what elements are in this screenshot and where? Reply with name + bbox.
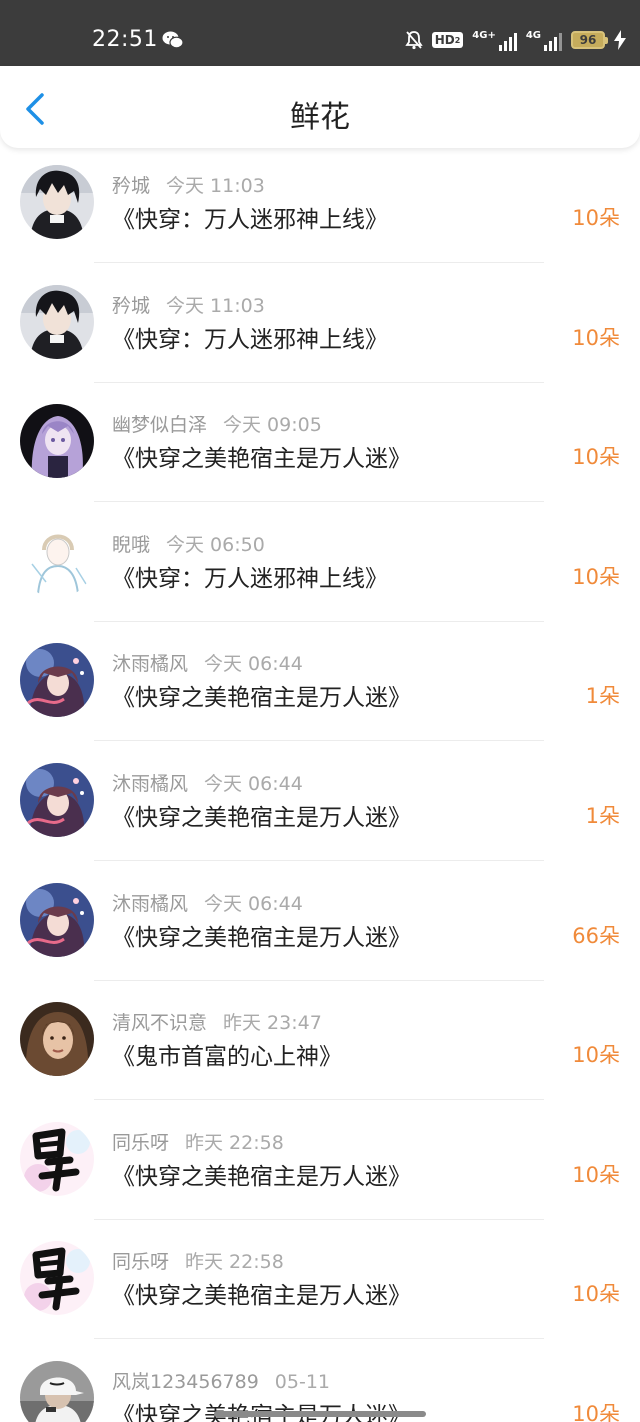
book-title[interactable]: 《鬼市首富的心上神》 xyxy=(112,1037,342,1071)
flower-count: 10朵 xyxy=(572,206,620,230)
flower-record-row[interactable]: 沐雨橘风 今天 06:44 《快穿之美艳宿主是万人迷》 1朵 xyxy=(0,742,640,862)
home-indicator[interactable] xyxy=(214,1411,426,1417)
timestamp: 今天 06:50 xyxy=(166,533,265,556)
flower-record-row[interactable]: 幽梦似白泽 今天 09:05 《快穿之美艳宿主是万人迷》 10朵 xyxy=(0,383,640,503)
user-avatar[interactable] xyxy=(20,1121,94,1196)
flower-count: 1朵 xyxy=(585,684,620,709)
row-meta: 同乐呀 昨天 22:58 xyxy=(112,1247,284,1274)
book-title[interactable]: 《快穿之美艳宿主是万人迷》 xyxy=(112,678,411,712)
flower-record-row[interactable]: 同乐呀 昨天 22:58 《快穿之美艳宿主是万人迷》 10朵 xyxy=(0,1220,640,1340)
row-meta: 矜城 今天 11:03 xyxy=(112,171,265,198)
timestamp: 今天 06:44 xyxy=(204,772,303,795)
book-title[interactable]: 《快穿之美艳宿主是万人迷》 xyxy=(112,918,411,952)
user-avatar[interactable] xyxy=(20,762,94,837)
flower-count: 10朵 xyxy=(572,325,620,350)
timestamp: 昨天 23:47 xyxy=(223,1012,322,1035)
flower-count: 10朵 xyxy=(572,1282,620,1307)
book-title[interactable]: 《快穿之美艳宿主是万人迷》 xyxy=(112,798,411,832)
flower-count: 10朵 xyxy=(572,445,620,470)
username[interactable]: 同乐呀 xyxy=(112,1251,169,1273)
row-meta: 风岚123456789 05-11 xyxy=(112,1367,330,1394)
row-meta: 沐雨橘风 今天 06:44 xyxy=(112,649,303,676)
timestamp: 05-11 xyxy=(274,1370,331,1393)
flower-count: 10朵 xyxy=(572,1162,620,1187)
flower-count: 1朵 xyxy=(585,803,620,828)
battery-icon: 96 xyxy=(571,31,608,49)
flower-record-row[interactable]: 睨哦 今天 06:50 《快穿：万人迷邪神上线》 10朵 xyxy=(0,503,640,623)
timestamp: 今天 06:44 xyxy=(204,892,303,915)
username[interactable]: 睨哦 xyxy=(112,534,150,556)
row-meta: 矜城 今天 11:03 xyxy=(112,291,265,318)
user-avatar[interactable] xyxy=(20,165,94,239)
flower-record-list[interactable]: 矜城 今天 11:03 《快穿：万人迷邪神上线》 10朵 矜城 今天 11:03 《快穿：万… xyxy=(0,146,640,1422)
timestamp: 今天 11:03 xyxy=(166,294,265,317)
username[interactable]: 沐雨橘风 xyxy=(112,893,188,915)
charging-icon xyxy=(614,30,626,50)
status-bar: 22:51 HD 2 4G+ 4G 96 xyxy=(0,0,640,66)
book-title[interactable]: 《快穿之美艳宿主是万人迷》 xyxy=(112,1157,411,1191)
flower-record-row[interactable]: 同乐呀 昨天 22:58 《快穿之美艳宿主是万人迷》 10朵 xyxy=(0,1101,640,1221)
username[interactable]: 矜城 xyxy=(112,295,150,317)
flower-count: 66朵 xyxy=(572,923,620,948)
username[interactable]: 清风不识意 xyxy=(112,1012,207,1034)
nav-header: 鲜花 xyxy=(0,66,640,148)
row-meta: 清风不识意 昨天 23:47 xyxy=(112,1008,322,1035)
book-title[interactable]: 《快穿之美艳宿主是万人迷》 xyxy=(112,439,411,473)
book-title[interactable]: 《快穿之美艳宿主是万人迷》 xyxy=(112,1276,411,1310)
wechat-icon xyxy=(162,31,184,49)
username[interactable]: 同乐呀 xyxy=(112,1132,169,1154)
signal-4g-plus-icon: 4G+ xyxy=(472,30,517,51)
user-avatar[interactable] xyxy=(20,643,94,718)
username[interactable]: 沐雨橘风 xyxy=(112,653,188,675)
row-meta: 沐雨橘风 今天 06:44 xyxy=(112,769,303,796)
timestamp: 今天 09:05 xyxy=(223,414,322,437)
timestamp: 今天 06:44 xyxy=(204,653,303,676)
user-avatar[interactable] xyxy=(20,1360,94,1422)
username[interactable]: 矜城 xyxy=(112,175,150,197)
timestamp: 昨天 22:58 xyxy=(185,1131,284,1154)
user-avatar[interactable] xyxy=(20,882,94,957)
flower-record-row[interactable]: 沐雨橘风 今天 06:44 《快穿之美艳宿主是万人迷》 1朵 xyxy=(0,622,640,742)
status-time: 22:51 xyxy=(92,27,158,52)
hd-voice-icon: HD 2 xyxy=(431,32,464,48)
username[interactable]: 幽梦似白泽 xyxy=(112,414,207,436)
username[interactable]: 沐雨橘风 xyxy=(112,773,188,795)
timestamp: 今天 11:03 xyxy=(166,175,265,197)
user-avatar[interactable] xyxy=(20,1241,94,1316)
flower-record-row[interactable]: 矜城 今天 11:03 《快穿：万人迷邪神上线》 10朵 xyxy=(0,264,640,384)
timestamp: 昨天 22:58 xyxy=(185,1251,284,1274)
flower-count: 10朵 xyxy=(572,1401,620,1422)
mute-bell-icon xyxy=(405,31,423,50)
user-avatar[interactable] xyxy=(20,404,94,479)
row-meta: 同乐呀 昨天 22:58 xyxy=(112,1128,284,1155)
row-meta: 幽梦似白泽 今天 09:05 xyxy=(112,410,322,437)
flower-record-row[interactable]: 清风不识意 昨天 23:47 《鬼市首富的心上神》 10朵 xyxy=(0,981,640,1101)
username[interactable]: 风岚123456789 xyxy=(112,1371,259,1393)
user-avatar[interactable] xyxy=(20,1002,94,1077)
user-avatar[interactable] xyxy=(20,284,94,359)
page-title: 鲜花 xyxy=(290,100,350,135)
user-avatar[interactable] xyxy=(20,523,94,598)
flower-count: 10朵 xyxy=(572,564,620,589)
flower-record-row[interactable]: 风岚123456789 05-11 《快穿之美艳宿主是万人迷》 10朵 xyxy=(0,1340,640,1422)
book-title[interactable]: 《快穿：万人迷邪神上线》 xyxy=(112,200,388,234)
book-title[interactable]: 《快穿之美艳宿主是万人迷》 xyxy=(112,1396,411,1422)
flower-count: 10朵 xyxy=(572,1043,620,1068)
flower-record-row[interactable]: 沐雨橘风 今天 06:44 《快穿之美艳宿主是万人迷》 66朵 xyxy=(0,862,640,982)
signal-4g-icon: 4G xyxy=(526,30,562,51)
row-meta: 睨哦 今天 06:50 xyxy=(112,530,265,557)
book-title[interactable]: 《快穿：万人迷邪神上线》 xyxy=(112,559,388,593)
book-title[interactable]: 《快穿：万人迷邪神上线》 xyxy=(112,320,388,354)
row-meta: 沐雨橘风 今天 06:44 xyxy=(112,889,303,916)
flower-record-row[interactable]: 矜城 今天 11:03 《快穿：万人迷邪神上线》 10朵 xyxy=(0,146,640,264)
